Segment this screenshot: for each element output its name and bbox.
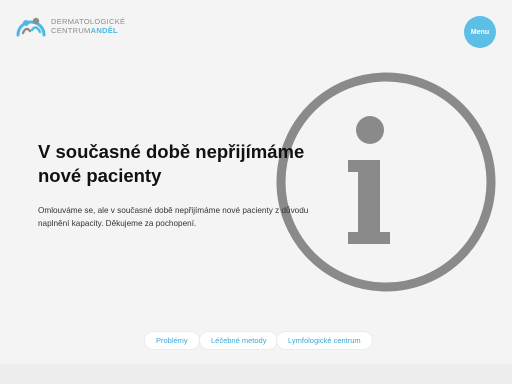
people-arc-logo-icon	[16, 17, 46, 37]
logo-line-2-accent: ANDĚL	[90, 26, 118, 35]
menu-button[interactable]: Menu	[464, 16, 496, 48]
logo-line-2-main: CENTRUM	[51, 26, 91, 35]
page-title: V současné době nepřijímáme nové pacient…	[38, 141, 305, 186]
page: DERMATOLOGICKÉ CENTRUMANDĚL Menu V souča…	[0, 0, 512, 384]
quick-links: Problémy Léčebné metody Lymfologické cen…	[0, 332, 512, 350]
link-lecebne-metody[interactable]: Léčebné metody	[200, 332, 278, 349]
site-logo[interactable]: DERMATOLOGICKÉ CENTRUMANDĚL	[16, 14, 125, 38]
logo-line-1: DERMATOLOGICKÉ	[51, 17, 126, 26]
logo-line-2: CENTRUMANDĚL	[51, 26, 125, 35]
footer-band	[0, 364, 512, 384]
link-problemy[interactable]: Problémy	[145, 332, 199, 349]
link-lymfologicke-centrum[interactable]: Lymfologické centrum	[277, 332, 372, 349]
logo-text: DERMATOLOGICKÉ CENTRUMANDĚL	[51, 17, 125, 35]
body-text: Omlouváme se, ale v současné době nepřij…	[38, 206, 309, 228]
